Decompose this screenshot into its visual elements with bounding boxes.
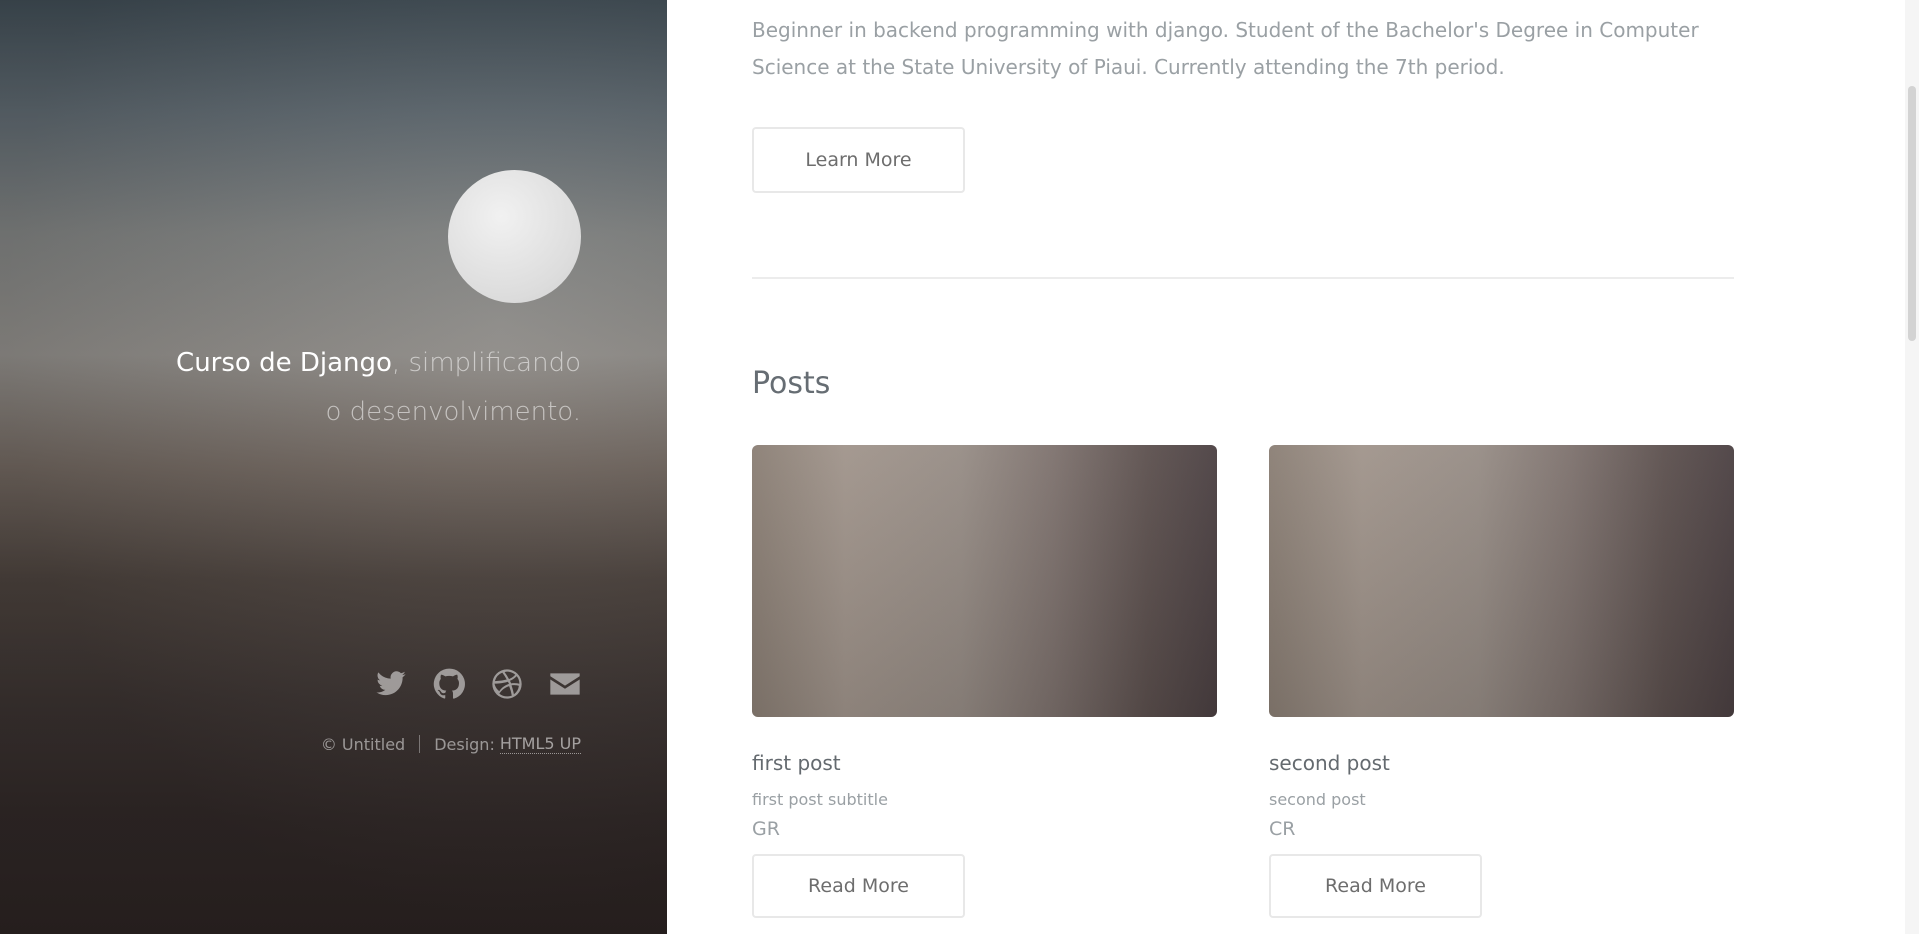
section-divider — [752, 277, 1734, 279]
envelope-icon[interactable] — [549, 668, 581, 700]
read-more-button[interactable]: Read More — [752, 854, 965, 918]
posts-heading: Posts — [752, 366, 831, 401]
post-subtitle: first post subtitle — [752, 790, 888, 809]
design-label: Design: — [434, 734, 495, 754]
main-content: Beginner in backend programming with dja… — [752, 0, 1734, 918]
copyright: © Untitled Design: HTML5 UP — [321, 734, 581, 754]
tagline: Curso de Django, simplificando o desenvo… — [161, 339, 581, 437]
sidebar-background — [0, 0, 667, 934]
post-card: second post second post CR Read More — [1269, 445, 1734, 918]
copyright-separator — [419, 735, 421, 753]
post-card: first post first post subtitle GR Read M… — [752, 445, 1217, 918]
avatar — [448, 170, 581, 303]
post-subtitle: second post — [1269, 790, 1366, 809]
intro-text: Beginner in backend programming with dja… — [752, 18, 1699, 79]
post-title[interactable]: first post — [752, 751, 1217, 775]
learn-more-button[interactable]: Learn More — [752, 127, 965, 193]
dribbble-icon[interactable] — [491, 668, 523, 700]
design-link[interactable]: HTML5 UP — [499, 734, 581, 754]
sidebar-intro: Curso de Django, simplificando o desenvo… — [161, 170, 581, 437]
github-icon[interactable] — [433, 668, 465, 700]
post-tag: GR — [752, 818, 780, 840]
post-tag: CR — [1269, 818, 1296, 840]
read-more-button[interactable]: Read More — [1269, 854, 1482, 918]
post-image[interactable] — [1269, 445, 1734, 717]
scrollbar-thumb[interactable] — [1908, 86, 1916, 341]
tagline-brand: Curso de Django — [176, 348, 392, 378]
social-icons — [375, 668, 581, 700]
page-scrollbar[interactable] — [1905, 0, 1919, 934]
twitter-icon[interactable] — [375, 668, 407, 700]
post-title[interactable]: second post — [1269, 751, 1734, 775]
copyright-text: © Untitled — [320, 734, 406, 754]
sidebar: Curso de Django, simplificando o desenvo… — [0, 0, 667, 934]
post-image[interactable] — [752, 445, 1217, 717]
